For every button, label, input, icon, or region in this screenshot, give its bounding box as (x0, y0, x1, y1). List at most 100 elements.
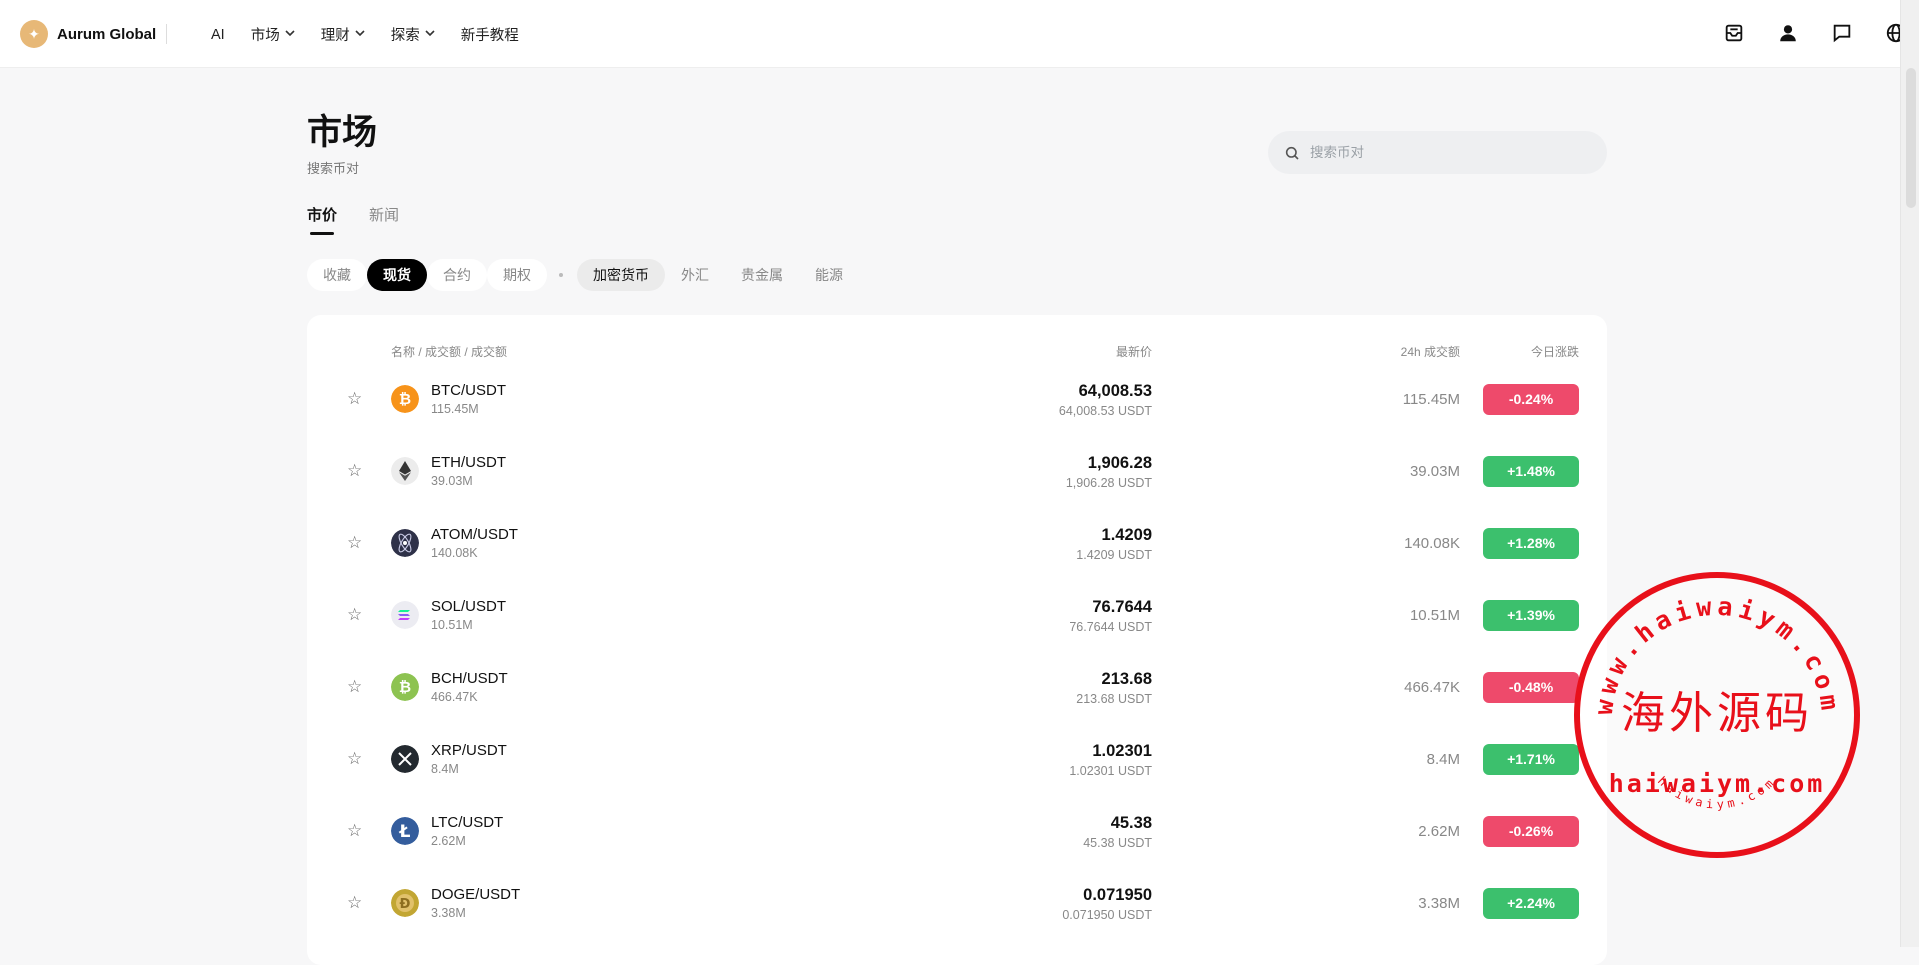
pair-name: BCH/USDT (431, 670, 508, 687)
last-price-usdt: 1.4209 USDT (1076, 548, 1152, 562)
favorite-star-icon[interactable]: ☆ (347, 749, 362, 769)
category-chip-1[interactable]: 外汇 (665, 259, 725, 291)
last-price: 45.38 (1110, 814, 1152, 832)
tab-1[interactable]: 新闻 (369, 204, 399, 225)
header-price[interactable]: 最新价 (1116, 343, 1152, 360)
pair-volume-sub: 2.62M (431, 834, 466, 848)
chat-icon[interactable] (1831, 22, 1853, 44)
nav-divider (166, 24, 167, 44)
change-badge: -0.24% (1483, 384, 1579, 415)
table-row[interactable]: ☆ Ł LTC/USDT 2.62M 45.38 45.38 USDT 2.62M -0.26… (307, 803, 1607, 875)
page-scrollbar[interactable] (1900, 0, 1919, 947)
inbox-icon[interactable] (1723, 22, 1745, 44)
ethereum-icon (391, 457, 419, 485)
last-price-usdt: 64,008.53 USDT (1058, 404, 1152, 418)
nav-item-3[interactable]: 探索 (391, 24, 435, 45)
favorite-star-icon[interactable]: ☆ (347, 533, 362, 553)
nav-item-label: 探索 (390, 28, 420, 44)
table-row[interactable]: ☆ SOL/USDT 10.51M 76.7644 76.7644 USDT 10.51M… (307, 587, 1607, 659)
solana-icon (391, 601, 419, 629)
page-subtitle: 搜索币对 (307, 161, 360, 176)
nav-item-label: 理财 (320, 28, 350, 44)
svg-text:Ł: Ł (399, 822, 411, 842)
type-chip-2[interactable]: 合约 (427, 259, 487, 291)
svg-text:₿: ₿ (399, 678, 411, 696)
header-name: 名称 / 成交额 / 成交额 (391, 345, 508, 359)
category-chip-2[interactable]: 贵金属 (725, 259, 799, 291)
market-table: 名称 / 成交额 / 成交额 最新价 24h 成交额 今日涨跌 ☆ ₿ BTC/US… (307, 315, 1607, 965)
category-chips: 加密货币 外汇 贵金属 能源 (577, 259, 859, 291)
top-navbar: ✦ Aurum Global AI 市场 理财 探索 新手教程 (0, 0, 1919, 68)
pair-volume-sub: 8.4M (431, 762, 459, 776)
volume-24h: 10.51M (1409, 607, 1460, 624)
volume-24h: 39.03M (1409, 463, 1460, 480)
table-row[interactable]: ☆ ATOM/USDT 140.08K 1.4209 1.4209 USDT 140.08… (307, 515, 1607, 587)
pair-volume-sub: 466.47K (431, 690, 478, 704)
scrollbar-thumb[interactable] (1906, 68, 1916, 208)
pair-volume-sub: 39.03M (431, 474, 473, 488)
tab-0[interactable]: 市价 (307, 204, 337, 235)
svg-text:Ð: Ð (400, 897, 411, 912)
category-chip-3[interactable]: 能源 (799, 259, 859, 291)
volume-24h: 466.47K (1404, 679, 1460, 696)
change-badge: -0.48% (1483, 672, 1579, 703)
favorite-star-icon[interactable]: ☆ (347, 893, 362, 913)
nav-item-1[interactable]: 市场 (251, 24, 295, 45)
nav-item-label: 市场 (250, 28, 280, 44)
brand[interactable]: ✦ Aurum Global (20, 20, 156, 48)
bitcoin-cash-icon: ₿ (391, 673, 419, 701)
category-chip-0[interactable]: 加密货币 (577, 259, 665, 291)
svg-text:₿: ₿ (399, 390, 411, 408)
nav-item-0[interactable]: AI (211, 27, 225, 43)
pair-volume-sub: 115.45M (431, 402, 479, 416)
type-chip-1[interactable]: 现货 (367, 259, 427, 291)
change-badge: +1.39% (1483, 600, 1579, 631)
litecoin-icon: Ł (391, 817, 419, 845)
bitcoin-icon: ₿ (391, 385, 419, 413)
pair-name: BTC/USDT (431, 382, 506, 399)
chevron-down-icon (355, 29, 365, 40)
main-nav: AI 市场 理财 探索 新手教程 (211, 24, 545, 45)
nav-item-label: AI (211, 26, 225, 43)
table-row[interactable]: ☆ XRP/USDT 8.4M 1.02301 1.02301 USDT 8.4M +1.7… (307, 731, 1607, 803)
type-chip-3[interactable]: 期权 (487, 259, 547, 291)
search-box[interactable] (1268, 131, 1607, 174)
volume-24h: 8.4M (1426, 751, 1460, 768)
user-icon[interactable] (1777, 22, 1799, 44)
last-price: 76.7644 (1092, 598, 1152, 616)
nav-item-4[interactable]: 新手教程 (461, 24, 519, 45)
favorite-star-icon[interactable]: ☆ (347, 821, 362, 841)
last-price-usdt: 0.071950 USDT (1062, 908, 1152, 922)
table-row[interactable]: ☆ ETH/USDT 39.03M 1,906.28 1,906.28 USDT 39.0… (307, 443, 1607, 515)
last-price-usdt: 1.02301 USDT (1069, 764, 1152, 778)
market-tabs: 市价 新闻 (307, 204, 431, 235)
table-row[interactable]: ☆ ₿ BTC/USDT 115.45M 64,008.53 64,008.53 USDT… (307, 371, 1607, 443)
type-chip-0[interactable]: 收藏 (307, 259, 367, 291)
volume-24h: 2.62M (1418, 823, 1460, 840)
pair-name: SOL/USDT (431, 598, 507, 615)
nav-item-2[interactable]: 理财 (321, 24, 365, 45)
volume-24h: 140.08K (1404, 535, 1460, 552)
header-change[interactable]: 今日涨跌 (1531, 343, 1579, 360)
chevron-down-icon (285, 29, 295, 40)
favorite-star-icon[interactable]: ☆ (347, 461, 362, 481)
xrp-icon (391, 745, 419, 773)
change-badge: +1.48% (1483, 456, 1579, 487)
header-volume[interactable]: 24h 成交额 (1401, 343, 1460, 360)
favorite-star-icon[interactable]: ☆ (347, 677, 362, 697)
table-row[interactable]: ☆ Ð DOGE/USDT 3.38M 0.071950 0.071950 USDT 3.3… (307, 875, 1607, 947)
last-price: 1.02301 (1092, 742, 1152, 760)
table-row[interactable]: ☆ ₿ BCH/USDT 466.47K 213.68 213.68 USDT 466.47… (307, 659, 1607, 731)
favorite-star-icon[interactable]: ☆ (347, 605, 362, 625)
favorite-star-icon[interactable]: ☆ (347, 389, 362, 409)
chevron-down-icon (425, 29, 435, 40)
watermark-stamp: www.haiwaiym.com 海外源码 haiwaiym.com haiwa… (1574, 572, 1860, 858)
pair-volume-sub: 140.08K (431, 546, 478, 560)
pair-name: XRP/USDT (431, 742, 507, 759)
change-badge: -0.26% (1483, 816, 1579, 847)
search-input[interactable] (1308, 144, 1592, 161)
pair-name: ETH/USDT (431, 454, 506, 471)
last-price-usdt: 76.7644 USDT (1069, 620, 1152, 634)
brand-name: Aurum Global (57, 25, 157, 43)
volume-24h: 115.45M (1402, 391, 1460, 408)
